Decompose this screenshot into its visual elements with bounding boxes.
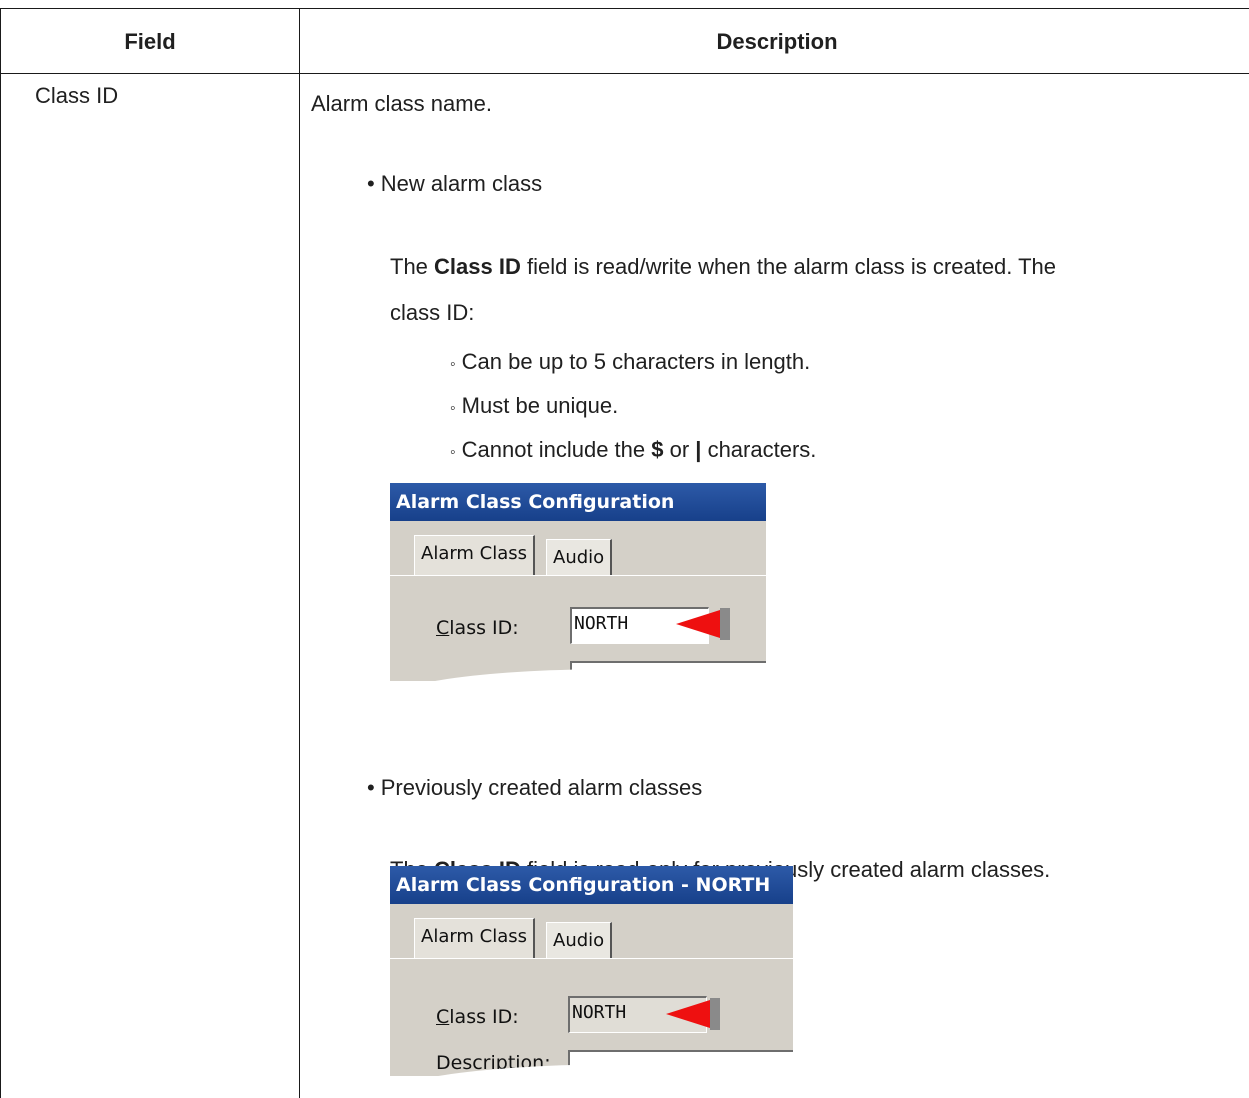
screenshot-new-alarm-class: Alarm Class Configuration Alarm Class Au… <box>390 483 766 681</box>
table-header-row: Field Description <box>1 9 1249 74</box>
label-text: lass ID: <box>449 617 519 639</box>
red-arrow-icon <box>676 610 720 638</box>
bold-dollar: $ <box>651 437 664 462</box>
dialog-title-bar: Alarm Class Configuration - NORTH <box>390 866 793 904</box>
screenshot-existing-alarm-class: Alarm Class Configuration - NORTH Alarm … <box>390 866 793 1076</box>
label-text: lass ID: <box>449 1006 519 1028</box>
sub-bullet-marker: ◦ <box>450 356 456 373</box>
bullet-title: New alarm class <box>380 171 543 196</box>
rule-text: Must be unique. <box>461 393 619 418</box>
tab-audio[interactable]: Audio <box>546 539 613 576</box>
arrow-tail-icon <box>720 608 730 640</box>
sub-bullet-marker: ◦ <box>450 400 456 417</box>
tab-alarm-class[interactable]: Alarm Class <box>414 535 536 576</box>
rule-max-length: ◦ Can be up to 5 characters in length. <box>450 343 810 384</box>
rule-forbidden-chars: ◦ Cannot include the $ or | characters. <box>450 431 816 472</box>
arrow-tail-icon <box>710 998 720 1030</box>
tab-alarm-class[interactable]: Alarm Class <box>414 918 536 959</box>
rule-text: Can be up to 5 characters in length. <box>461 349 811 374</box>
bullet-previous-classes: • Previously created alarm classes <box>367 769 702 807</box>
field-description-table: Field Description Class ID Alarm class n… <box>0 8 1249 1098</box>
red-arrow-icon <box>666 1000 710 1028</box>
description-intro: Alarm class name. <box>311 91 492 116</box>
dialog-title-bar: Alarm Class Configuration <box>390 483 766 521</box>
field-name-class-id: Class ID <box>35 83 119 108</box>
rule-unique: ◦ Must be unique. <box>450 387 618 428</box>
text-fragment: characters. <box>701 437 817 462</box>
new-class-paragraph-line1: The Class ID field is read/write when th… <box>390 248 1056 286</box>
bullet-marker: • <box>367 775 375 800</box>
bullet-marker: • <box>367 171 375 196</box>
text-fragment: Cannot include the <box>461 437 652 462</box>
tab-divider <box>390 575 766 576</box>
text-fragment: The <box>390 254 435 279</box>
text-fragment: or <box>663 437 696 462</box>
class-id-label: Class ID: <box>436 617 519 639</box>
accel-key: C <box>436 1006 450 1028</box>
sub-bullet-marker: ◦ <box>450 444 456 461</box>
bold-class-id: Class ID <box>434 254 521 279</box>
column-divider <box>299 9 300 1098</box>
text-fragment: field is read/write when the alarm class… <box>520 254 1057 279</box>
class-id-label: Class ID: <box>436 1006 519 1028</box>
new-class-paragraph-line2: class ID: <box>390 300 475 325</box>
header-description: Description <box>716 29 838 54</box>
tab-audio[interactable]: Audio <box>546 922 613 959</box>
accel-key: C <box>436 617 450 639</box>
tab-divider <box>390 958 793 959</box>
bullet-new-alarm-class: • New alarm class <box>367 165 542 203</box>
bullet-title: Previously created alarm classes <box>380 775 703 800</box>
header-field: Field <box>124 29 176 54</box>
